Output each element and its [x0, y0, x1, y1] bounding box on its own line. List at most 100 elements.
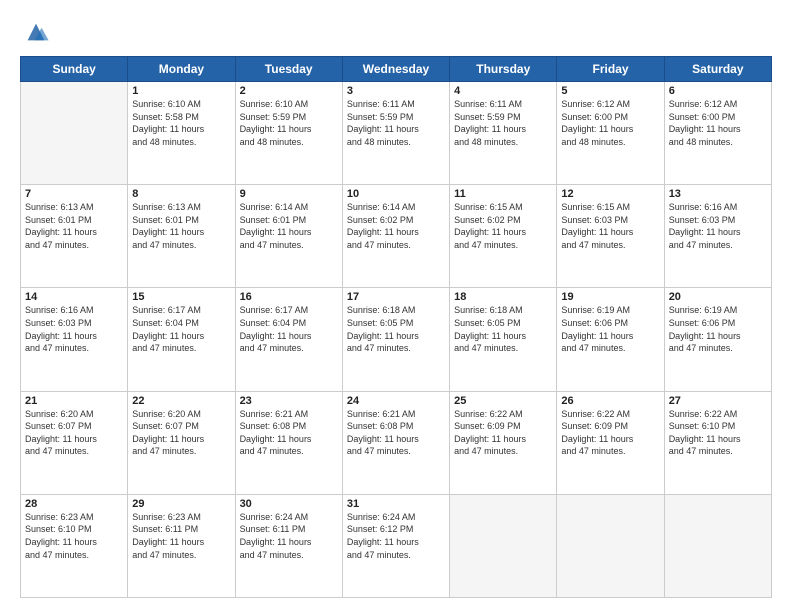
calendar-cell: 24Sunrise: 6:21 AMSunset: 6:08 PMDayligh…: [342, 391, 449, 494]
day-info: Sunrise: 6:22 AMSunset: 6:10 PMDaylight:…: [669, 408, 767, 458]
calendar-cell: 9Sunrise: 6:14 AMSunset: 6:01 PMDaylight…: [235, 185, 342, 288]
calendar-cell: 3Sunrise: 6:11 AMSunset: 5:59 PMDaylight…: [342, 82, 449, 185]
day-info: Sunrise: 6:19 AMSunset: 6:06 PMDaylight:…: [669, 304, 767, 354]
day-info: Sunrise: 6:11 AMSunset: 5:59 PMDaylight:…: [454, 98, 552, 148]
day-info: Sunrise: 6:23 AMSunset: 6:11 PMDaylight:…: [132, 511, 230, 561]
day-info: Sunrise: 6:21 AMSunset: 6:08 PMDaylight:…: [240, 408, 338, 458]
day-info: Sunrise: 6:13 AMSunset: 6:01 PMDaylight:…: [25, 201, 123, 251]
calendar-cell: 20Sunrise: 6:19 AMSunset: 6:06 PMDayligh…: [664, 288, 771, 391]
calendar-table: SundayMondayTuesdayWednesdayThursdayFrid…: [20, 56, 772, 598]
day-number: 5: [561, 85, 659, 97]
day-info: Sunrise: 6:22 AMSunset: 6:09 PMDaylight:…: [454, 408, 552, 458]
day-number: 20: [669, 291, 767, 303]
day-number: 12: [561, 188, 659, 200]
day-info: Sunrise: 6:10 AMSunset: 5:58 PMDaylight:…: [132, 98, 230, 148]
day-number: 3: [347, 85, 445, 97]
day-info: Sunrise: 6:11 AMSunset: 5:59 PMDaylight:…: [347, 98, 445, 148]
day-number: 1: [132, 85, 230, 97]
day-info: Sunrise: 6:19 AMSunset: 6:06 PMDaylight:…: [561, 304, 659, 354]
day-info: Sunrise: 6:12 AMSunset: 6:00 PMDaylight:…: [669, 98, 767, 148]
calendar-cell: 23Sunrise: 6:21 AMSunset: 6:08 PMDayligh…: [235, 391, 342, 494]
day-info: Sunrise: 6:24 AMSunset: 6:12 PMDaylight:…: [347, 511, 445, 561]
day-number: 9: [240, 188, 338, 200]
day-info: Sunrise: 6:23 AMSunset: 6:10 PMDaylight:…: [25, 511, 123, 561]
calendar-cell: 26Sunrise: 6:22 AMSunset: 6:09 PMDayligh…: [557, 391, 664, 494]
weekday-header-monday: Monday: [128, 57, 235, 82]
calendar-cell: 29Sunrise: 6:23 AMSunset: 6:11 PMDayligh…: [128, 494, 235, 597]
day-info: Sunrise: 6:14 AMSunset: 6:01 PMDaylight:…: [240, 201, 338, 251]
calendar-cell: 1Sunrise: 6:10 AMSunset: 5:58 PMDaylight…: [128, 82, 235, 185]
calendar-cell: 17Sunrise: 6:18 AMSunset: 6:05 PMDayligh…: [342, 288, 449, 391]
day-info: Sunrise: 6:14 AMSunset: 6:02 PMDaylight:…: [347, 201, 445, 251]
calendar-cell: 25Sunrise: 6:22 AMSunset: 6:09 PMDayligh…: [450, 391, 557, 494]
weekday-header-thursday: Thursday: [450, 57, 557, 82]
day-number: 7: [25, 188, 123, 200]
calendar-cell: 15Sunrise: 6:17 AMSunset: 6:04 PMDayligh…: [128, 288, 235, 391]
calendar-cell: [21, 82, 128, 185]
day-info: Sunrise: 6:12 AMSunset: 6:00 PMDaylight:…: [561, 98, 659, 148]
day-info: Sunrise: 6:13 AMSunset: 6:01 PMDaylight:…: [132, 201, 230, 251]
weekday-header-tuesday: Tuesday: [235, 57, 342, 82]
day-info: Sunrise: 6:16 AMSunset: 6:03 PMDaylight:…: [25, 304, 123, 354]
day-number: 25: [454, 395, 552, 407]
calendar-cell: [450, 494, 557, 597]
calendar-cell: 18Sunrise: 6:18 AMSunset: 6:05 PMDayligh…: [450, 288, 557, 391]
calendar-cell: 6Sunrise: 6:12 AMSunset: 6:00 PMDaylight…: [664, 82, 771, 185]
header: [20, 18, 772, 46]
calendar-cell: 4Sunrise: 6:11 AMSunset: 5:59 PMDaylight…: [450, 82, 557, 185]
calendar-cell: 5Sunrise: 6:12 AMSunset: 6:00 PMDaylight…: [557, 82, 664, 185]
calendar-cell: 28Sunrise: 6:23 AMSunset: 6:10 PMDayligh…: [21, 494, 128, 597]
day-number: 30: [240, 498, 338, 510]
day-number: 16: [240, 291, 338, 303]
calendar-cell: 13Sunrise: 6:16 AMSunset: 6:03 PMDayligh…: [664, 185, 771, 288]
day-info: Sunrise: 6:17 AMSunset: 6:04 PMDaylight:…: [240, 304, 338, 354]
day-info: Sunrise: 6:22 AMSunset: 6:09 PMDaylight:…: [561, 408, 659, 458]
day-number: 15: [132, 291, 230, 303]
day-info: Sunrise: 6:15 AMSunset: 6:02 PMDaylight:…: [454, 201, 552, 251]
day-number: 17: [347, 291, 445, 303]
day-info: Sunrise: 6:17 AMSunset: 6:04 PMDaylight:…: [132, 304, 230, 354]
page: SundayMondayTuesdayWednesdayThursdayFrid…: [0, 0, 792, 612]
logo-icon: [22, 18, 50, 46]
weekday-header-friday: Friday: [557, 57, 664, 82]
calendar-cell: 22Sunrise: 6:20 AMSunset: 6:07 PMDayligh…: [128, 391, 235, 494]
day-number: 10: [347, 188, 445, 200]
day-info: Sunrise: 6:21 AMSunset: 6:08 PMDaylight:…: [347, 408, 445, 458]
weekday-header-sunday: Sunday: [21, 57, 128, 82]
day-info: Sunrise: 6:10 AMSunset: 5:59 PMDaylight:…: [240, 98, 338, 148]
day-info: Sunrise: 6:18 AMSunset: 6:05 PMDaylight:…: [454, 304, 552, 354]
calendar-cell: 12Sunrise: 6:15 AMSunset: 6:03 PMDayligh…: [557, 185, 664, 288]
calendar-cell: 2Sunrise: 6:10 AMSunset: 5:59 PMDaylight…: [235, 82, 342, 185]
day-info: Sunrise: 6:20 AMSunset: 6:07 PMDaylight:…: [25, 408, 123, 458]
logo: [20, 18, 50, 46]
calendar-cell: 11Sunrise: 6:15 AMSunset: 6:02 PMDayligh…: [450, 185, 557, 288]
day-number: 19: [561, 291, 659, 303]
day-info: Sunrise: 6:15 AMSunset: 6:03 PMDaylight:…: [561, 201, 659, 251]
calendar-cell: 31Sunrise: 6:24 AMSunset: 6:12 PMDayligh…: [342, 494, 449, 597]
day-number: 24: [347, 395, 445, 407]
calendar-cell: 16Sunrise: 6:17 AMSunset: 6:04 PMDayligh…: [235, 288, 342, 391]
day-number: 27: [669, 395, 767, 407]
calendar-cell: 21Sunrise: 6:20 AMSunset: 6:07 PMDayligh…: [21, 391, 128, 494]
calendar-cell: 19Sunrise: 6:19 AMSunset: 6:06 PMDayligh…: [557, 288, 664, 391]
day-info: Sunrise: 6:18 AMSunset: 6:05 PMDaylight:…: [347, 304, 445, 354]
weekday-header-wednesday: Wednesday: [342, 57, 449, 82]
day-number: 4: [454, 85, 552, 97]
calendar-cell: 7Sunrise: 6:13 AMSunset: 6:01 PMDaylight…: [21, 185, 128, 288]
day-number: 21: [25, 395, 123, 407]
day-number: 29: [132, 498, 230, 510]
day-number: 14: [25, 291, 123, 303]
calendar-cell: 27Sunrise: 6:22 AMSunset: 6:10 PMDayligh…: [664, 391, 771, 494]
day-info: Sunrise: 6:24 AMSunset: 6:11 PMDaylight:…: [240, 511, 338, 561]
day-number: 26: [561, 395, 659, 407]
calendar-cell: [557, 494, 664, 597]
weekday-header-saturday: Saturday: [664, 57, 771, 82]
calendar-cell: 30Sunrise: 6:24 AMSunset: 6:11 PMDayligh…: [235, 494, 342, 597]
day-info: Sunrise: 6:16 AMSunset: 6:03 PMDaylight:…: [669, 201, 767, 251]
day-number: 31: [347, 498, 445, 510]
calendar-cell: 8Sunrise: 6:13 AMSunset: 6:01 PMDaylight…: [128, 185, 235, 288]
day-number: 8: [132, 188, 230, 200]
day-number: 22: [132, 395, 230, 407]
day-number: 11: [454, 188, 552, 200]
day-number: 28: [25, 498, 123, 510]
